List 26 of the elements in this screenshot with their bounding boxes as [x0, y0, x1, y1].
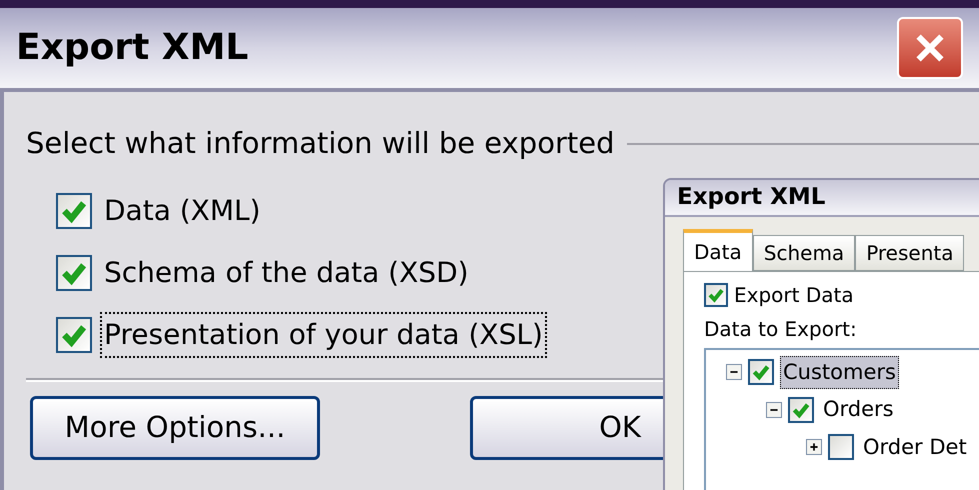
checkbox[interactable]	[748, 359, 774, 386]
close-button[interactable]	[897, 17, 963, 79]
tab[interactable]: Presenta	[855, 234, 964, 270]
tree-item[interactable]: Orders	[820, 393, 897, 426]
checkbox[interactable]	[56, 316, 92, 352]
window-title: Export XML	[16, 26, 248, 70]
tab[interactable]: Data	[683, 228, 753, 270]
tree-item[interactable]: Customers	[780, 356, 899, 389]
field-label: Data to Export:	[704, 316, 858, 342]
checkbox[interactable]	[788, 396, 814, 423]
checkbox[interactable]	[56, 192, 92, 228]
checkbox-label[interactable]: Presentation of your data (XSL)	[100, 312, 547, 358]
window-title: Export XML	[677, 183, 826, 212]
expander-icon[interactable]	[766, 402, 782, 418]
checkbox-label[interactable]: Schema of the data (XSD)	[100, 250, 473, 296]
expander-icon[interactable]	[726, 364, 742, 380]
tree-item[interactable]: Order Det	[860, 430, 970, 464]
expander-icon[interactable]	[806, 439, 822, 456]
checkbox[interactable]	[56, 254, 92, 290]
checkbox-label[interactable]: Export Data	[734, 280, 854, 310]
checkbox[interactable]	[828, 434, 854, 460]
checkbox-label[interactable]: Data (XML)	[100, 188, 265, 234]
checkbox[interactable]	[704, 282, 728, 306]
tab[interactable]: Schema	[752, 234, 856, 270]
dialog-button[interactable]: More Options...	[30, 396, 320, 460]
section-heading: Select what information will be exported	[26, 125, 614, 162]
